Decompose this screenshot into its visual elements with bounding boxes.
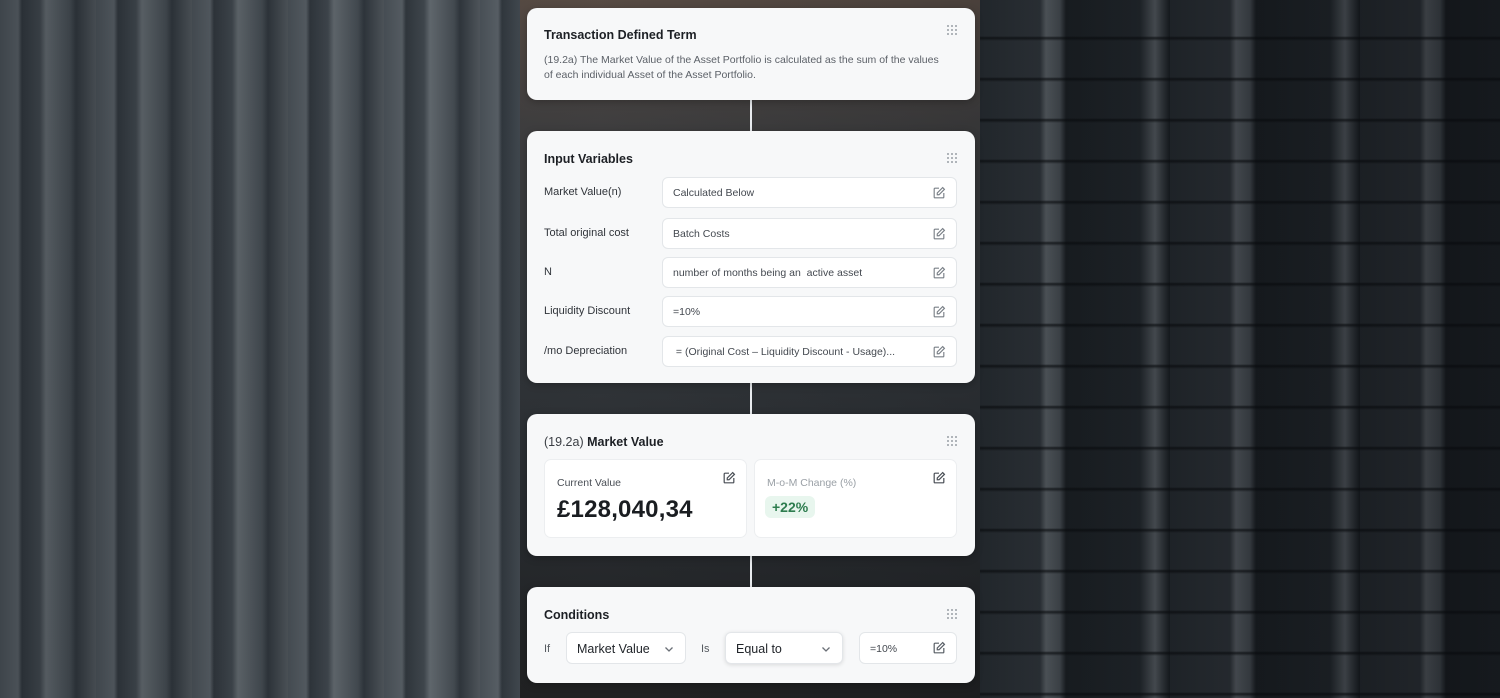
grip-icon[interactable]: [947, 436, 959, 448]
mom-change-box: M-o-M Change (%) +22%: [754, 459, 957, 538]
is-label: Is: [701, 643, 710, 655]
conditions-card: Conditions If Market Value Is Equal to =…: [527, 587, 975, 683]
grip-icon[interactable]: [947, 25, 959, 37]
variable-value: Calculated Below: [673, 187, 755, 199]
variable-field[interactable]: Batch Costs: [662, 218, 957, 249]
variable-value: =10%: [673, 306, 701, 318]
card-title: Conditions: [544, 608, 610, 622]
variable-field[interactable]: number of months being an active asset: [662, 257, 957, 288]
edit-icon[interactable]: [932, 305, 946, 319]
grip-icon[interactable]: [947, 609, 959, 621]
term-description: (19.2a) The Market Value of the Asset Po…: [544, 54, 939, 81]
grip-icon[interactable]: [947, 153, 959, 165]
card-title-text: Market Value: [587, 435, 664, 449]
variable-label: Liquidity Discount: [544, 305, 631, 317]
variable-value: = (Original Cost – Liquidity Discount - …: [673, 346, 896, 358]
variable-row: Total original cost Batch Costs: [527, 218, 975, 249]
variable-value: number of months being an active asset: [673, 267, 863, 279]
variable-label: Market Value(n): [544, 186, 622, 198]
variable-row: /mo Depreciation = (Original Cost – Liqu…: [527, 336, 975, 367]
mom-change-badge: +22%: [765, 496, 816, 518]
condition-field-select[interactable]: Market Value: [566, 632, 686, 664]
edit-icon[interactable]: [932, 641, 946, 655]
market-value-card: (19.2a) Market Value Current Value £128,…: [527, 414, 975, 556]
select-value: Market Value: [577, 642, 650, 656]
chevron-down-icon: [822, 647, 830, 652]
if-label: If: [544, 643, 551, 655]
chevron-down-icon: [665, 647, 673, 652]
transaction-term-card: Transaction Defined Term (19.2a) The Mar…: [527, 8, 975, 100]
input-variables-card: Input Variables Market Value(n) Calculat…: [527, 131, 975, 383]
current-value-box: Current Value £128,040,34: [544, 459, 747, 538]
edit-icon[interactable]: [932, 345, 946, 359]
variable-label: Total original cost: [544, 227, 629, 239]
edit-icon[interactable]: [932, 471, 946, 485]
variable-field[interactable]: Calculated Below: [662, 177, 957, 208]
edit-icon[interactable]: [722, 471, 736, 485]
condition-value-input[interactable]: =10%: [859, 632, 957, 664]
edit-icon[interactable]: [932, 227, 946, 241]
variable-field[interactable]: =10%: [662, 296, 957, 327]
edit-icon[interactable]: [932, 266, 946, 280]
connector-line: [750, 100, 752, 131]
variable-label: N: [544, 266, 552, 278]
card-title: (19.2a) Market Value: [544, 435, 664, 449]
edit-icon[interactable]: [932, 186, 946, 200]
current-value: £128,040,34: [557, 496, 693, 523]
mom-change-label: M-o-M Change (%): [767, 477, 857, 489]
variable-label: /mo Depreciation: [544, 345, 628, 357]
card-title: Transaction Defined Term: [544, 28, 697, 42]
variable-row: Liquidity Discount =10%: [527, 296, 975, 327]
section-reference: (19.2a): [544, 435, 584, 449]
current-value-label: Current Value: [557, 477, 622, 489]
select-value: Equal to: [736, 642, 782, 656]
variable-field[interactable]: = (Original Cost – Liquidity Discount - …: [662, 336, 957, 367]
variable-row: N number of months being an active asset: [527, 257, 975, 288]
connector-line: [750, 556, 752, 587]
card-title: Input Variables: [544, 152, 633, 166]
variable-row: Market Value(n) Calculated Below: [527, 177, 975, 208]
condition-operator-select[interactable]: Equal to: [725, 632, 843, 664]
connector-line: [750, 383, 752, 414]
variable-value: Batch Costs: [673, 228, 730, 240]
condition-value: =10%: [870, 643, 898, 655]
